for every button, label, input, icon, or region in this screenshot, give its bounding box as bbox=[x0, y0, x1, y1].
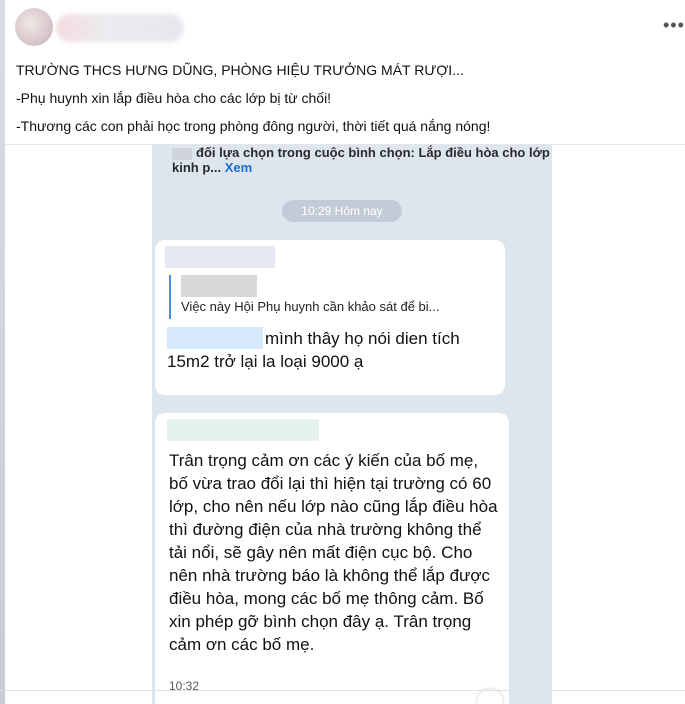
quote-text: Việc này Hội Phụ huynh cần khảo sát để b… bbox=[181, 299, 440, 314]
message-text-1: mình thây họ nói dien tích 15m2 trở lại … bbox=[167, 327, 497, 373]
chat-screenshot[interactable]: đối lựa chọn trong cuộc bình chọn: Lắp đ… bbox=[152, 145, 552, 704]
poll-notice: đối lựa chọn trong cuộc bình chọn: Lắp đ… bbox=[172, 145, 550, 175]
avatar[interactable] bbox=[15, 8, 53, 46]
sender-name-blurred bbox=[167, 419, 319, 441]
post-line-2: -Phụ huynh xin lắp điều hòa cho các lớp … bbox=[16, 90, 332, 106]
message-bubble-2[interactable]: Trân trọng cảm ơn các ý kiến của bố mẹ, … bbox=[155, 413, 509, 704]
bottom-divider bbox=[0, 690, 685, 691]
message-bubble-1[interactable]: Việc này Hội Phụ huynh cần khảo sát để b… bbox=[155, 240, 505, 395]
more-horizontal-icon[interactable]: ••• bbox=[663, 16, 685, 34]
time-pill: 10:29 Hôm nay bbox=[282, 200, 402, 222]
see-more-link[interactable]: Xem bbox=[225, 160, 252, 175]
reply-quote[interactable]: Việc này Hội Phụ huynh cần khảo sát để b… bbox=[169, 275, 484, 319]
left-edge bbox=[0, 0, 5, 704]
message-text-2: Trân trọng cảm ơn các ý kiến của bố mẹ, … bbox=[169, 451, 498, 654]
reaction-button-icon[interactable] bbox=[477, 689, 503, 704]
author-name-blurred[interactable] bbox=[56, 14, 184, 42]
poll-prefix: đối lựa chọn trong cuộc bình chọn: bbox=[196, 145, 415, 160]
post-line-1: TRƯỜNG THCS HƯNG DŨNG, PHÒNG HIỆU TRƯỞNG… bbox=[16, 62, 464, 78]
sender-name-blurred bbox=[165, 246, 275, 268]
mention-highlight bbox=[167, 327, 263, 349]
redacted-name bbox=[172, 147, 192, 160]
post-line-3: -Thương các con phải học trong phòng đôn… bbox=[16, 118, 491, 134]
quote-author-blurred bbox=[181, 275, 257, 297]
